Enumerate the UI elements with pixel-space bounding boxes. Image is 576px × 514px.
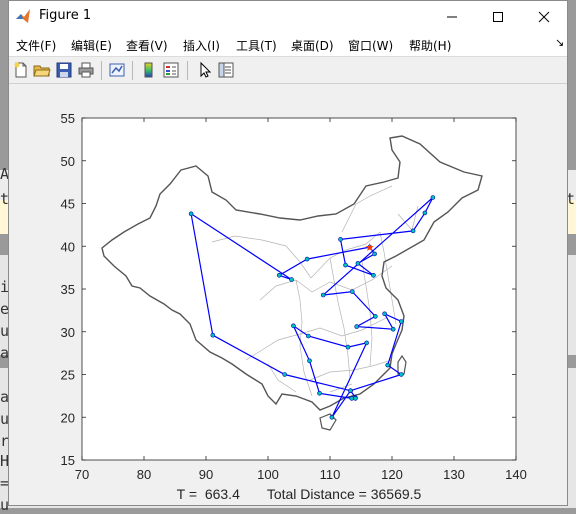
city-node	[430, 195, 436, 200]
city-node	[410, 228, 416, 234]
x-tick-label: 130	[443, 467, 465, 482]
city-node	[382, 311, 387, 317]
city-node	[320, 292, 326, 298]
city-node	[307, 358, 312, 364]
figure-canvas: 70 80 90 100 110 120 130 140 15 20 25 30 35 40 45 50 55…	[61, 111, 527, 502]
city-node	[371, 272, 376, 278]
city-node	[422, 210, 428, 216]
start-city-star-marker: ★	[365, 241, 375, 254]
city-node	[364, 340, 369, 346]
city-node	[398, 372, 404, 377]
y-tick-label: 20	[61, 410, 75, 425]
y-tick-label: 30	[61, 325, 75, 340]
status-text: T = 663.4 Total Distance = 36569.5	[177, 486, 422, 502]
city-node	[398, 319, 404, 324]
y-tick-label: 40	[61, 239, 75, 254]
city-node	[349, 289, 355, 294]
city-node	[304, 256, 310, 262]
y-tick-label: 55	[61, 111, 75, 126]
y-tick-label: 45	[61, 197, 75, 212]
city-node	[355, 261, 361, 266]
city-node	[372, 314, 378, 319]
y-tick-label: 25	[61, 368, 75, 383]
city-node	[354, 324, 360, 329]
city-node	[348, 388, 353, 394]
y-tick-label: 35	[61, 282, 75, 297]
y-tick-label: 50	[61, 154, 75, 169]
y-tick-label: 15	[61, 453, 75, 468]
x-tick-label: 80	[137, 467, 151, 482]
x-tick-label: 90	[199, 467, 213, 482]
city-node	[282, 372, 288, 377]
x-tick-label: 70	[75, 467, 89, 482]
x-tick-label: 120	[381, 467, 403, 482]
city-node	[385, 362, 391, 368]
city-node	[345, 344, 351, 350]
axes-background[interactable]	[82, 118, 516, 460]
city-node	[276, 272, 282, 278]
city-node	[390, 326, 396, 332]
city-node	[343, 262, 348, 268]
x-tick-labels: 70 80 90 100 110 120 130 140	[75, 467, 527, 482]
city-node	[317, 390, 322, 396]
city-node	[291, 323, 296, 329]
x-tick-label: 140	[505, 467, 527, 482]
city-node	[329, 414, 335, 420]
city-node	[210, 332, 216, 338]
city-node	[188, 211, 194, 217]
x-tick-label: 100	[257, 467, 279, 482]
city-node	[305, 333, 311, 339]
city-node	[289, 277, 294, 282]
x-tick-label: 110	[320, 467, 341, 482]
city-node	[349, 396, 355, 401]
y-tick-labels: 15 20 25 30 35 40 45 50 55	[61, 111, 75, 468]
city-node	[338, 237, 343, 242]
